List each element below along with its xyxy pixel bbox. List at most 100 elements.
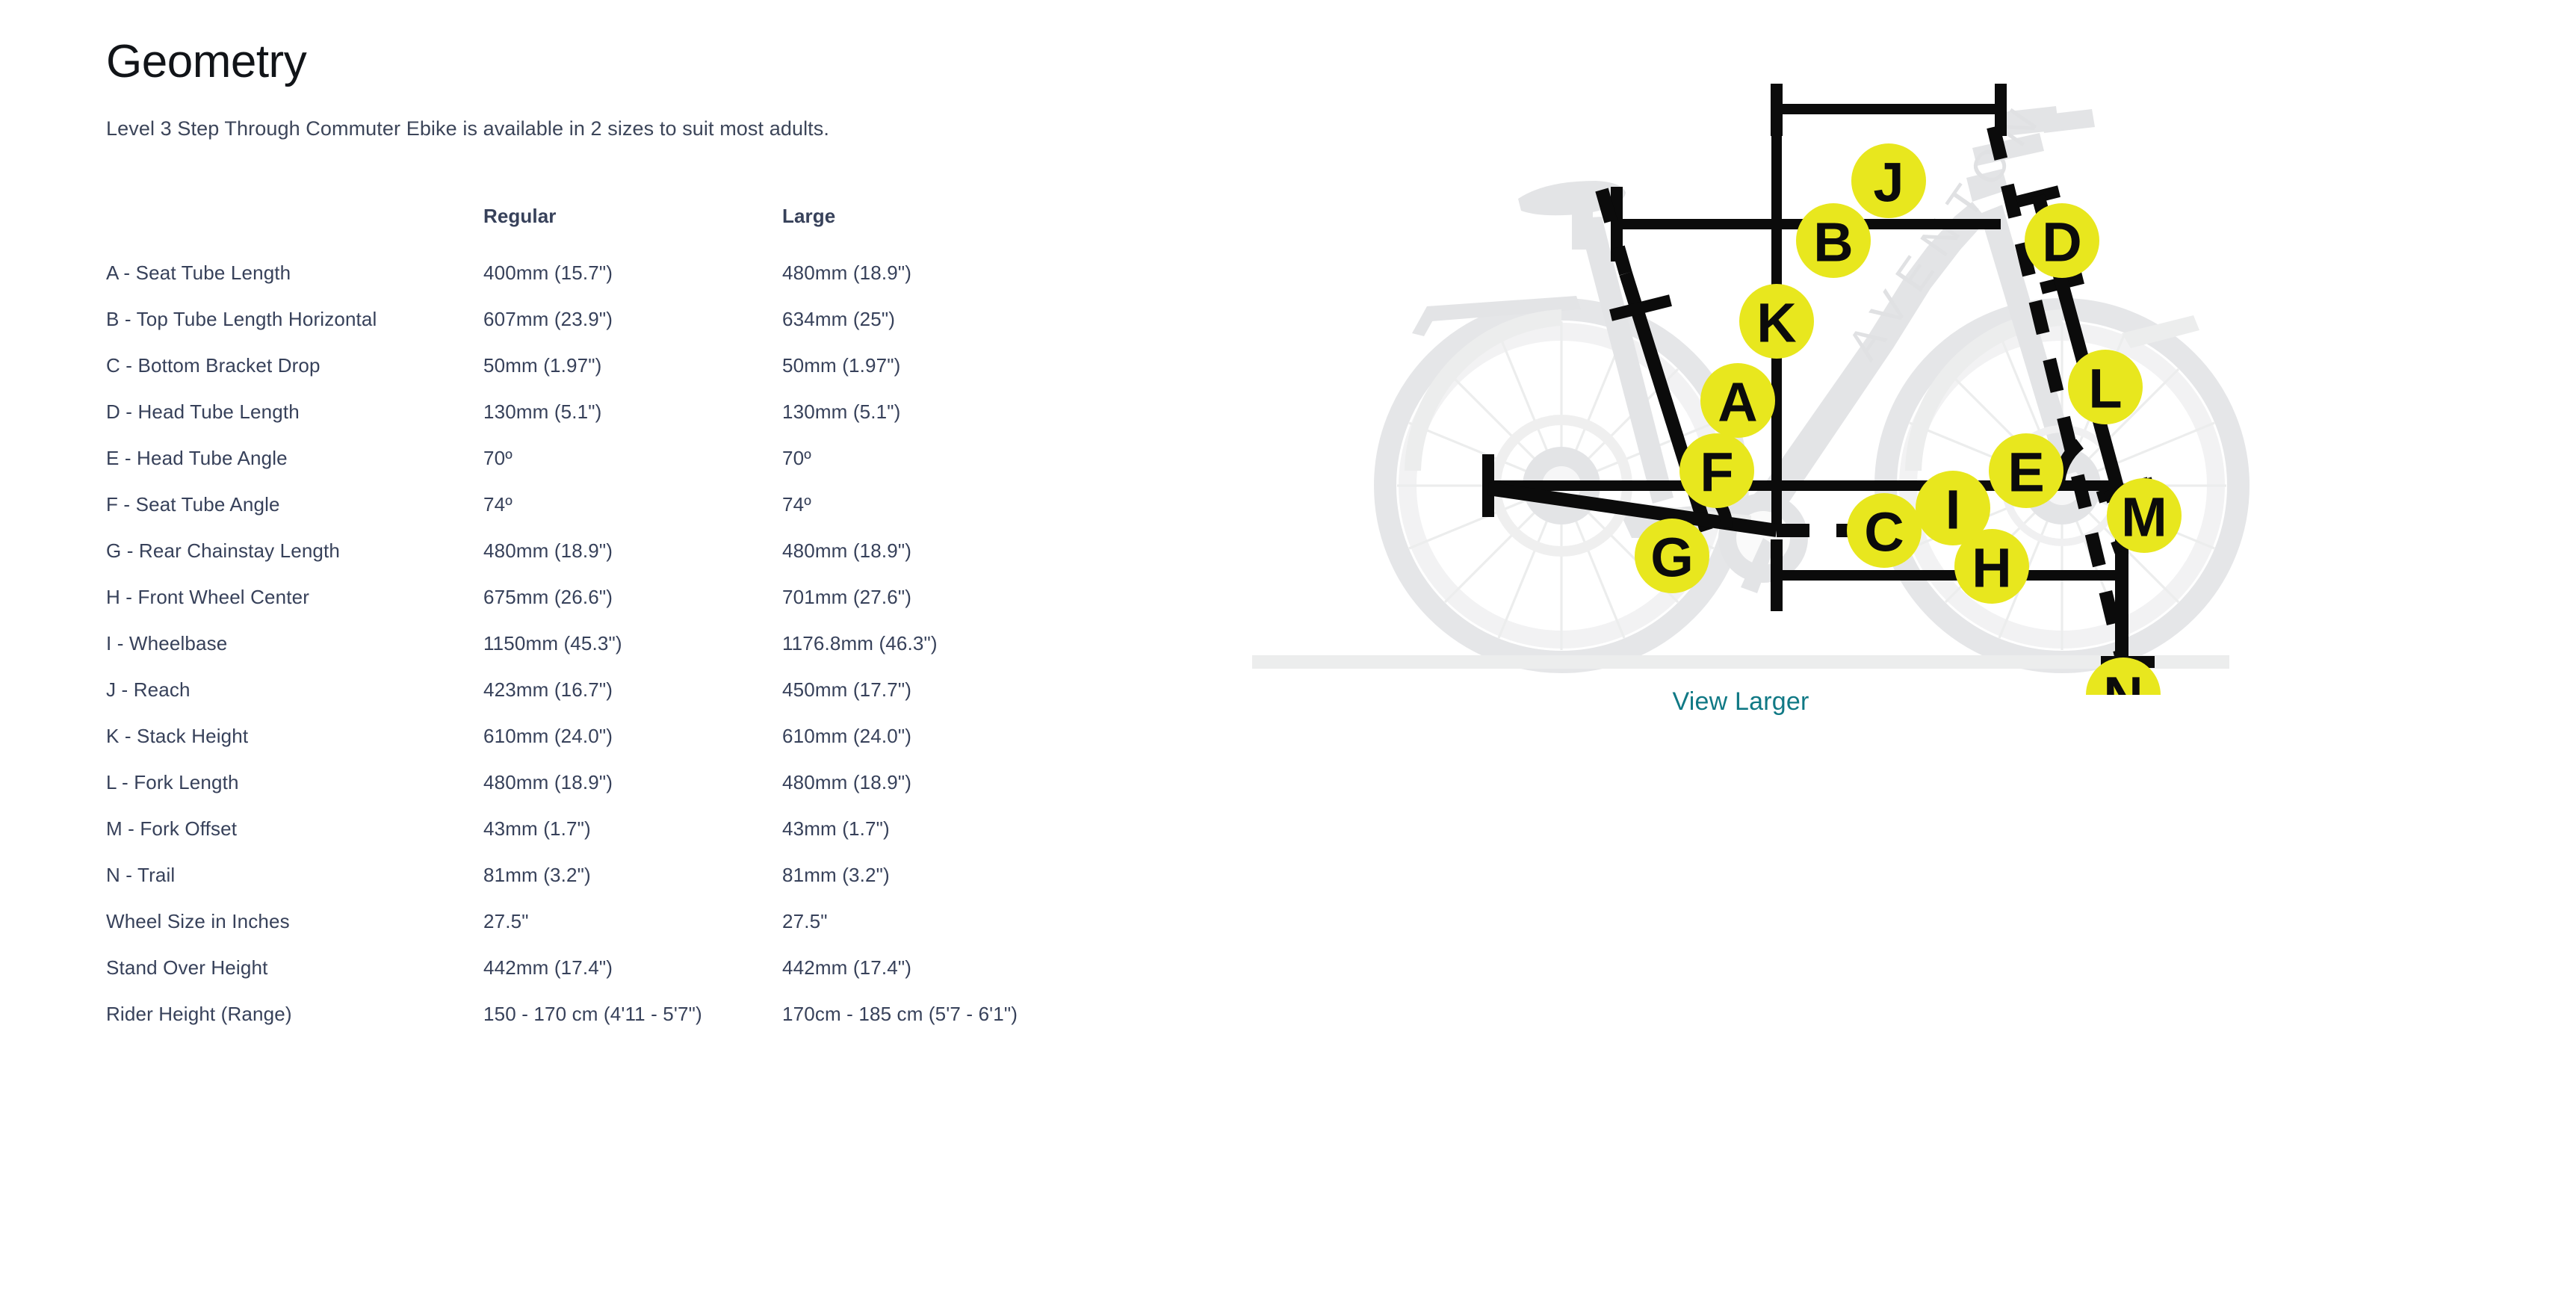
cell-regular: 74º: [483, 493, 513, 516]
cell-regular: 400mm (15.7"): [483, 262, 613, 285]
cell-large: 1176.8mm (46.3"): [782, 632, 938, 655]
geometry-diagram: AVENTON A B C D E F G H I J K L M View L…: [1225, 22, 2256, 755]
badge-k[interactable]: K: [1739, 284, 1814, 359]
table-row: N - Trail 81mm (3.2") 81mm (3.2"): [106, 852, 1197, 898]
cell-regular: 43mm (1.7"): [483, 817, 591, 841]
badge-l[interactable]: L: [2068, 350, 2143, 424]
badge-b[interactable]: B: [1796, 203, 1871, 278]
table-row: B - Top Tube Length Horizontal 607mm (23.…: [106, 296, 1197, 342]
badge-label: G: [1650, 527, 1694, 589]
table-row: F - Seat Tube Angle 74º 74º: [106, 481, 1197, 527]
cell-spec: A - Seat Tube Length: [106, 262, 291, 285]
cell-regular: 610mm (24.0"): [483, 725, 613, 748]
table-row: Rider Height (Range) 150 - 170 cm (4'11 -…: [106, 991, 1197, 1037]
table-row: G - Rear Chainstay Length 480mm (18.9") 48…: [106, 527, 1197, 574]
cell-spec: L - Fork Length: [106, 771, 239, 794]
badge-c[interactable]: C: [1847, 493, 1922, 568]
cell-spec: G - Rear Chainstay Length: [106, 539, 341, 563]
badge-label: K: [1756, 292, 1796, 354]
cell-large: 27.5": [782, 910, 828, 933]
cell-spec: J - Reach: [106, 678, 191, 702]
badge-e[interactable]: E: [1989, 433, 2063, 508]
badge-label: H: [1972, 537, 2011, 599]
cell-large: 634mm (25"): [782, 308, 896, 331]
geometry-text-column: Geometry Level 3 Step Through Commuter E…: [106, 34, 1212, 1037]
badge-label: J: [1873, 152, 1904, 214]
cell-spec: Wheel Size in Inches: [106, 910, 290, 933]
view-larger-link[interactable]: View Larger: [1225, 687, 2256, 717]
cell-large: 610mm (24.0"): [782, 725, 912, 748]
cell-spec: F - Seat Tube Angle: [106, 493, 280, 516]
cell-spec: H - Front Wheel Center: [106, 586, 310, 609]
cell-spec: D - Head Tube Length: [106, 400, 300, 424]
badge-a[interactable]: A: [1700, 363, 1775, 438]
badge-label: C: [1864, 501, 1904, 563]
cell-spec: Stand Over Height: [106, 956, 268, 980]
cell-large: 43mm (1.7"): [782, 817, 890, 841]
column-header-spec: [106, 205, 483, 250]
cell-regular: 150 - 170 cm (4'11 - 5'7"): [483, 1003, 702, 1026]
cell-spec: K - Stack Height: [106, 725, 249, 748]
cell-spec: I - Wheelbase: [106, 632, 228, 655]
column-header-regular: Regular: [483, 205, 557, 228]
badge-label: I: [1945, 479, 1961, 541]
badge-i[interactable]: I: [1916, 471, 1990, 545]
badge-label: E: [2007, 442, 2044, 504]
page-subtitle: Level 3 Step Through Commuter Ebike is a…: [106, 117, 829, 140]
cell-spec: C - Bottom Bracket Drop: [106, 354, 321, 377]
cell-large: 130mm (5.1"): [782, 400, 901, 424]
cell-large: 450mm (17.7"): [782, 678, 912, 702]
page-title: Geometry: [106, 36, 307, 87]
table-row: J - Reach 423mm (16.7") 450mm (17.7"): [106, 666, 1197, 713]
badge-label: M: [2121, 486, 2167, 548]
cell-spec: N - Trail: [106, 864, 176, 887]
cell-regular: 1150mm (45.3"): [483, 632, 622, 655]
table-row: Stand Over Height 442mm (17.4") 442mm (17.…: [106, 944, 1197, 991]
geometry-page: Geometry Level 3 Step Through Commuter E…: [0, 0, 2576, 1309]
badge-g[interactable]: G: [1635, 519, 1709, 593]
cell-spec: M - Fork Offset: [106, 817, 238, 841]
badge-label: D: [2042, 211, 2081, 273]
badge-m[interactable]: M: [2107, 478, 2182, 553]
cell-regular: 675mm (26.6"): [483, 586, 613, 609]
bike-geometry-svg: AVENTON ABCDEFG HIJKLM: [1252, 84, 2250, 695]
cell-large: 170cm - 185 cm (5'7 - 6'1"): [782, 1003, 1018, 1026]
measurement-lines: [1482, 84, 2155, 668]
table-row: Wheel Size in Inches 27.5" 27.5": [106, 898, 1197, 944]
badge-label: A: [1718, 371, 1757, 433]
table-body: A - Seat Tube Length 400mm (15.7") 480mm (…: [106, 250, 1197, 1037]
cell-large: 480mm (18.9"): [782, 262, 912, 285]
badge-f[interactable]: F: [1679, 433, 1754, 508]
table-row: L - Fork Length 480mm (18.9") 480mm (18.9"…: [106, 759, 1197, 805]
table-row: A - Seat Tube Length 400mm (15.7") 480mm (…: [106, 250, 1197, 296]
table-header: Regular Large: [106, 205, 1197, 250]
cell-large: 70º: [782, 447, 811, 470]
badge-j[interactable]: J: [1851, 143, 1926, 218]
table-row: C - Bottom Bracket Drop 50mm (1.97") 50mm …: [106, 342, 1197, 389]
cell-large: 480mm (18.9"): [782, 539, 912, 563]
cell-large: 74º: [782, 493, 811, 516]
table-row: D - Head Tube Length 130mm (5.1") 130mm (5…: [106, 389, 1197, 435]
cell-spec: B - Top Tube Length Horizontal: [106, 308, 377, 331]
cell-regular: 607mm (23.9"): [483, 308, 613, 331]
table-row: M - Fork Offset 43mm (1.7") 43mm (1.7"): [106, 805, 1197, 852]
badge-label: F: [1700, 442, 1733, 504]
cell-regular: 81mm (3.2"): [483, 864, 591, 887]
badge-label: L: [2088, 358, 2122, 420]
table-row: K - Stack Height 610mm (24.0") 610mm (24.0…: [106, 713, 1197, 759]
cell-regular: 423mm (16.7"): [483, 678, 613, 702]
cell-regular: 27.5": [483, 910, 529, 933]
cell-large: 480mm (18.9"): [782, 771, 912, 794]
cell-spec: E - Head Tube Angle: [106, 447, 288, 470]
geometry-table: Regular Large A - Seat Tube Length 400mm …: [106, 205, 1197, 1037]
badge-label: B: [1813, 211, 1853, 273]
cell-regular: 50mm (1.97"): [483, 354, 602, 377]
cell-regular: 70º: [483, 447, 513, 470]
cell-regular: 442mm (17.4"): [483, 956, 613, 980]
table-row: E - Head Tube Angle 70º 70º: [106, 435, 1197, 481]
cell-large: 50mm (1.97"): [782, 354, 901, 377]
badge-d[interactable]: D: [2025, 203, 2099, 278]
table-row: I - Wheelbase 1150mm (45.3") 1176.8mm (46.…: [106, 620, 1197, 666]
cell-regular: 130mm (5.1"): [483, 400, 602, 424]
cell-large: 701mm (27.6"): [782, 586, 912, 609]
